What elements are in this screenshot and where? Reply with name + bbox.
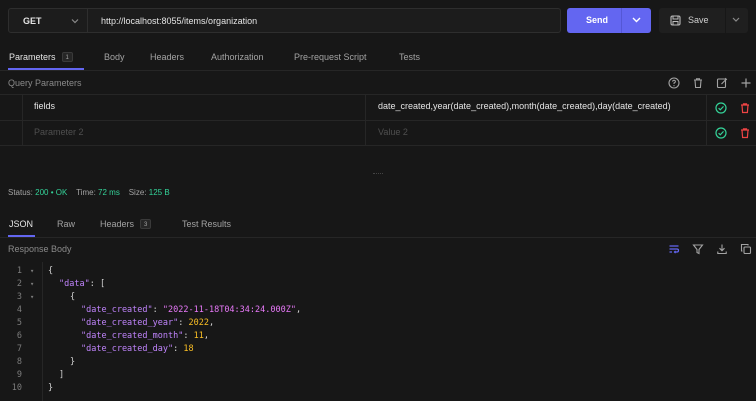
line-number: 3: [16, 292, 22, 302]
code-line: {: [48, 266, 54, 276]
help-icon[interactable]: [667, 76, 681, 90]
tab-raw[interactable]: Raw: [57, 219, 75, 229]
filter-icon[interactable]: [691, 242, 705, 256]
tab-body[interactable]: Body: [104, 52, 125, 62]
tab-response-headers[interactable]: Headers 3: [100, 219, 152, 229]
code-line: "date_created": "2022-11-18T04:34:24.000…: [81, 305, 302, 315]
response-status: Status: 200 • OK Time: 72 ms Size: 125 B: [8, 188, 170, 197]
line-number: 6: [16, 331, 22, 341]
fold-arrow-icon[interactable]: ▾: [30, 280, 34, 288]
response-size: 125 B: [148, 188, 170, 197]
resize-handle[interactable]: [373, 173, 383, 175]
code-line: "date_created_month": 11,: [81, 331, 209, 341]
fold-arrow-icon[interactable]: ▾: [30, 267, 34, 275]
line-number: 1: [16, 266, 22, 276]
tab-response-headers-label: Headers: [100, 219, 135, 229]
status-text: OK: [55, 188, 68, 197]
line-number: 4: [16, 305, 22, 315]
parameters-count-badge: 1: [61, 52, 73, 62]
param-value-placeholder[interactable]: Value 2: [378, 127, 408, 137]
code-line: }: [48, 383, 54, 393]
tab-tests[interactable]: Tests: [399, 52, 420, 62]
query-parameters-label: Query Parameters: [8, 78, 82, 88]
download-icon[interactable]: [715, 242, 729, 256]
response-json-viewer[interactable]: 1 2 3 4 5 6 7 8 9 10 ▾ ▾ ▾ { "data": [ {…: [0, 262, 756, 401]
line-number: 8: [16, 357, 22, 367]
divider: [0, 70, 756, 71]
send-button[interactable]: Send: [567, 8, 651, 33]
param-key-placeholder[interactable]: Parameter 2: [34, 127, 84, 137]
copy-icon[interactable]: [739, 242, 753, 256]
tab-headers[interactable]: Headers: [150, 52, 184, 62]
check-circle-icon[interactable]: [714, 126, 728, 140]
save-options-chevron-icon[interactable]: [732, 16, 740, 23]
line-number: 7: [16, 344, 22, 354]
code-line: "date_created_year": 2022,: [81, 318, 215, 328]
code-line: "data": [: [59, 279, 106, 289]
check-circle-icon[interactable]: [714, 101, 728, 115]
line-number: 2: [16, 279, 22, 289]
send-label: Send: [586, 15, 609, 25]
chevron-down-icon: [71, 18, 79, 24]
tab-pre-request-script[interactable]: Pre-request Script: [294, 52, 367, 62]
tab-authorization[interactable]: Authorization: [211, 52, 264, 62]
plus-icon[interactable]: [739, 76, 753, 90]
param-key-fields[interactable]: fields: [34, 101, 55, 111]
status-code: 200: [35, 188, 49, 197]
save-icon: [670, 15, 681, 26]
edit-icon[interactable]: [715, 76, 729, 90]
line-number: 10: [11, 383, 22, 393]
send-options-chevron-icon[interactable]: [632, 16, 641, 24]
param-value-fields[interactable]: date_created,year(date_created),month(da…: [378, 101, 671, 111]
line-number: 9: [16, 370, 22, 380]
tab-json[interactable]: JSON: [9, 219, 33, 229]
method-select[interactable]: GET: [8, 8, 88, 33]
wrap-icon[interactable]: [667, 242, 681, 256]
delete-icon[interactable]: [738, 101, 752, 115]
tab-parameters[interactable]: Parameters 1: [9, 52, 73, 62]
save-button[interactable]: Save: [659, 8, 748, 33]
trash-icon[interactable]: [691, 76, 705, 90]
fold-arrow-icon[interactable]: ▾: [30, 293, 34, 301]
method-label: GET: [23, 16, 42, 26]
save-label: Save: [688, 15, 709, 25]
code-line: ]: [59, 370, 65, 380]
tab-test-results[interactable]: Test Results: [182, 219, 231, 229]
headers-count-badge: 3: [140, 219, 152, 229]
delete-icon[interactable]: [738, 126, 752, 140]
code-line: {: [70, 292, 76, 302]
url-input[interactable]: http://localhost:8055/items/organization: [88, 8, 561, 33]
line-number: 5: [16, 318, 22, 328]
code-line: "date_created_day": 18: [81, 344, 194, 354]
url-value: http://localhost:8055/items/organization: [101, 16, 258, 26]
code-line: }: [70, 357, 76, 367]
response-time: 72 ms: [98, 188, 120, 197]
tab-parameters-label: Parameters: [9, 52, 56, 62]
response-body-label: Response Body: [8, 244, 72, 254]
